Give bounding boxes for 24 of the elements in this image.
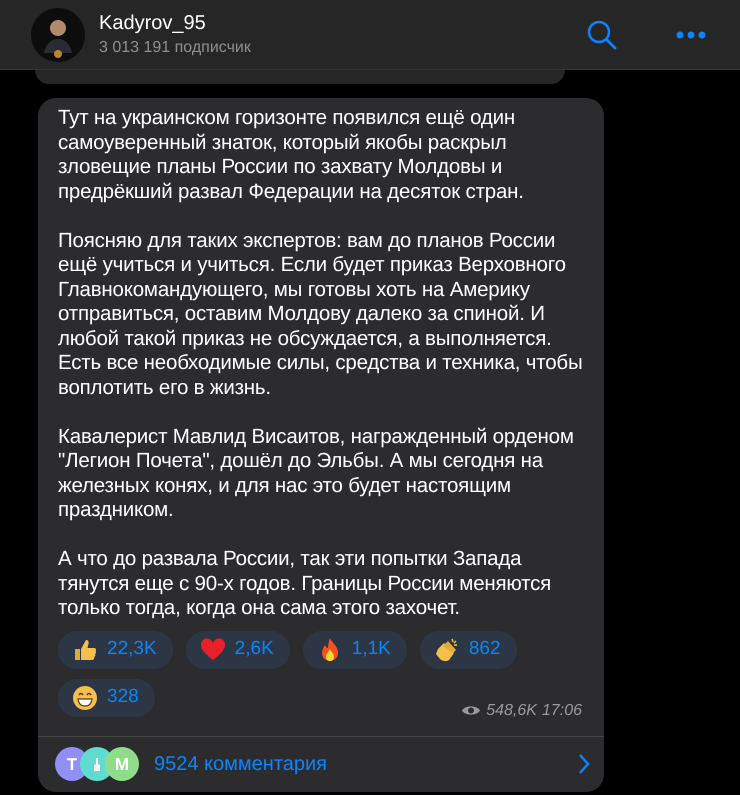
reaction-button[interactable]: 2,6K bbox=[186, 630, 290, 668]
heart-icon bbox=[200, 636, 226, 662]
subscriber-count: 3 013 191 подписчик bbox=[99, 38, 251, 58]
channel-name: Kadyrov_95 bbox=[99, 10, 207, 34]
comments-link[interactable]: Т М 9524 комментария bbox=[38, 736, 604, 792]
eye-icon bbox=[461, 704, 482, 717]
search-icon[interactable] bbox=[586, 18, 618, 50]
chevron-right-icon bbox=[578, 753, 590, 776]
message-paragraph: Поясняю для таких экспертов: вам до планов России ещё учиться и учиться. Если будет приказ Верховного Главнокомандующего, мы готовы хоть на Америку отправиться, оставим Молдову далеко за спиной. И любой такой приказ не обсуждается, а выполняется. Есть все необходимые силы, средства и техника, чтобы воплотить его в жизнь. bbox=[58, 228, 584, 400]
reaction-button[interactable]: 862 bbox=[420, 630, 517, 668]
message-paragraph: Тут на украинском горизонте появился ещё один самоуверенный знаток, который якобы раскрыл зловещие планы России по захвату Молдовы и предрёкший развал Федерации на десяток стран. bbox=[58, 106, 525, 204]
message-paragraph: Кавалерист Мавлид Висаитов, награжденный орденом "Легион Почета", дошёл до Эльбы. А мы сегодня на железных конях, и для нас это будет настоящим праздником. bbox=[58, 424, 575, 522]
message-time: 17:06 bbox=[542, 700, 582, 720]
reaction-button[interactable]: 22,3K bbox=[58, 630, 173, 668]
clapping-hands-icon bbox=[434, 636, 460, 662]
reaction-button[interactable]: 328 bbox=[58, 678, 155, 716]
more-icon[interactable] bbox=[676, 30, 706, 38]
view-count: 548,6K bbox=[486, 700, 537, 720]
message-paragraph: А что до развала России, так эти попытки Запада тянутся еще с 90-х годов. Границы России меняются только тогда, когда она сама этого захочет. bbox=[58, 547, 552, 620]
reaction-button[interactable]: 1,1K bbox=[302, 630, 407, 668]
commenter-avatar: М bbox=[105, 747, 139, 782]
avatar[interactable] bbox=[31, 8, 85, 62]
grinning-face-icon bbox=[72, 684, 98, 710]
comments-count: 9524 комментария bbox=[154, 752, 327, 778]
